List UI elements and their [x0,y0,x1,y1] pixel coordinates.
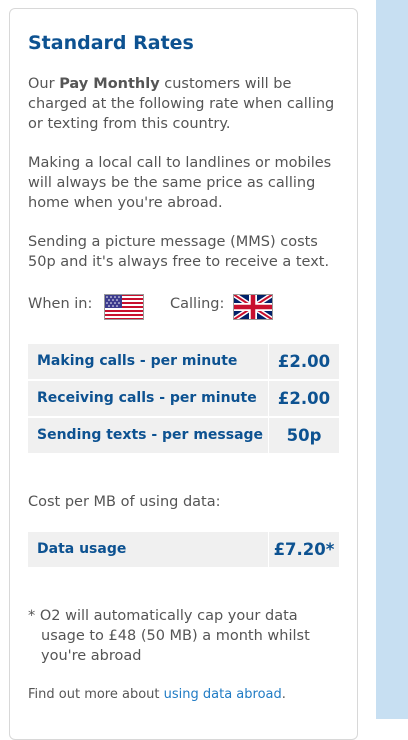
pay-monthly-label: Pay Monthly [59,76,160,92]
us-flag-icon [104,294,144,320]
intro-paragraph: Our Pay Monthly customers will be charge… [28,74,348,134]
rate-row-sending-texts: Sending texts - per message 50p [28,418,339,453]
rate-row-making-calls: Making calls - per minute £2.00 [28,344,339,379]
rate-value: 50p [286,426,322,445]
footnote-line-2: usage to £48 (50 MB) a month whilst [41,628,310,644]
rate-row-receiving-calls: Receiving calls - per minute £2.00 [28,381,339,416]
when-in-label: When in: [28,296,93,312]
rate-label: Making calls - per minute [37,353,238,369]
find-out-suffix: . [281,687,286,702]
rate-value: £2.00 [277,352,331,371]
rate-value: £2.00 [277,389,331,408]
data-usage-label: Data usage [37,541,127,557]
data-usage-value: £7.20* [273,540,335,559]
intro-prefix: Our [28,76,60,92]
mms-paragraph: Sending a picture message (MMS) costs 50… [28,234,330,270]
rate-row-data-usage: Data usage £7.20* [28,532,339,567]
footnote-line-1: * O2 will automatically cap your data [28,608,298,624]
uk-flag-icon [233,294,273,320]
side-scroll-bar [376,0,408,719]
rate-label: Receiving calls - per minute [37,390,257,406]
footnote-line-3: you're abroad [41,648,142,664]
calling-label: Calling: [170,296,225,312]
local-call-paragraph: Making a local call to landlines or mobi… [28,155,332,211]
find-out-prefix: Find out more about [28,687,164,702]
rate-label: Sending texts - per message [37,427,264,443]
page-title: Standard Rates [28,32,194,54]
using-data-abroad-link[interactable]: using data abroad [164,687,282,702]
find-out-more: Find out more about using data abroad. [28,687,286,702]
data-cost-label: Cost per MB of using data: [28,494,221,510]
